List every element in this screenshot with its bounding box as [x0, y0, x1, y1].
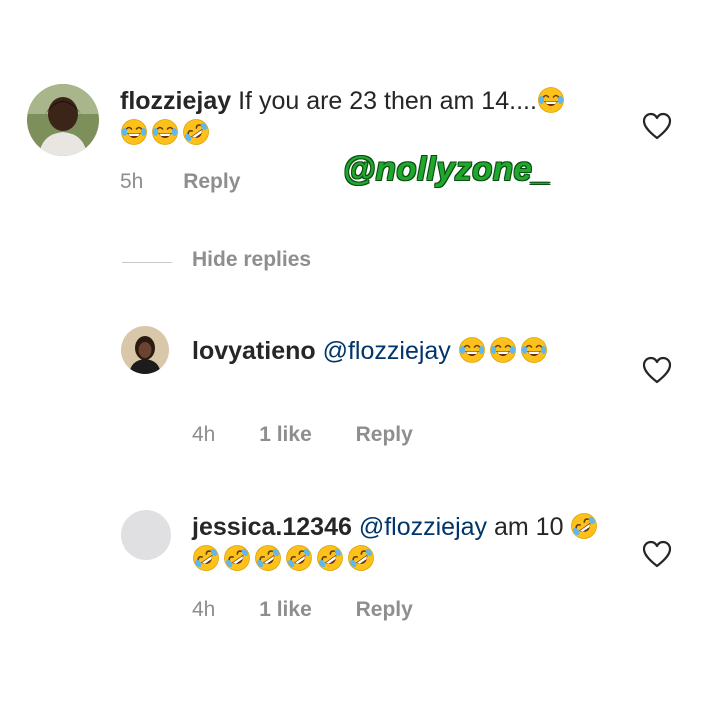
- username[interactable]: jessica.12346: [192, 513, 352, 541]
- reply-button[interactable]: Reply: [356, 598, 413, 622]
- likes-count[interactable]: 1 like: [259, 598, 312, 622]
- timestamp: 4h: [192, 598, 216, 621]
- rofl-emoji-icon: [348, 545, 374, 571]
- emoji-group: [458, 337, 551, 365]
- like-heart-icon[interactable]: [642, 112, 672, 140]
- comment-meta-3: 4h 1 like Reply: [192, 598, 413, 622]
- reply-button[interactable]: Reply: [183, 170, 240, 194]
- comment-meta-1: 5h Reply: [120, 170, 240, 194]
- rofl-emoji-icon: [224, 545, 250, 571]
- profile-photo-icon: [27, 84, 99, 156]
- profile-photo-icon: [121, 326, 169, 374]
- rofl-emoji-icon: [317, 545, 343, 571]
- rofl-emoji-icon: [193, 545, 219, 571]
- watermark-text: @nollyzone_: [343, 150, 552, 187]
- tears-of-joy-emoji-icon: [538, 87, 564, 113]
- comment-text-2: lovyatieno @flozziejay: [192, 335, 592, 367]
- replies-divider: [122, 262, 172, 263]
- timestamp: 4h: [192, 423, 216, 446]
- comment-body: am 10: [494, 513, 564, 541]
- tears-of-joy-emoji-icon: [489, 337, 516, 363]
- rofl-emoji-icon: [571, 513, 598, 539]
- tears-of-joy-emoji-icon: [520, 337, 547, 363]
- reply-button[interactable]: Reply: [356, 423, 413, 447]
- avatar-flozziejay[interactable]: [27, 84, 99, 156]
- avatar-lovyatieno[interactable]: [121, 326, 169, 374]
- comment-body: If you are 23 then am 14....: [238, 87, 537, 115]
- username[interactable]: flozziejay: [120, 87, 231, 115]
- like-heart-icon[interactable]: [642, 356, 672, 384]
- mention-link[interactable]: @flozziejay: [323, 337, 451, 365]
- rofl-emoji-icon: [286, 545, 312, 571]
- username[interactable]: lovyatieno: [192, 337, 316, 365]
- mention-link[interactable]: @flozziejay: [359, 513, 487, 541]
- hide-replies-button[interactable]: Hide replies: [192, 248, 311, 272]
- comment-meta-2: 4h 1 like Reply: [192, 423, 413, 447]
- rofl-emoji-icon: [255, 545, 281, 571]
- likes-count[interactable]: 1 like: [259, 423, 312, 447]
- avatar-jessica[interactable]: [121, 510, 171, 560]
- rofl-emoji-icon: [183, 119, 209, 145]
- timestamp: 5h: [120, 170, 144, 193]
- tears-of-joy-emoji-icon: [152, 119, 178, 145]
- comment-text-1: flozziejay If you are 23 then am 14....: [120, 85, 590, 149]
- comment-text-3: jessica.12346 @flozziejay am 10: [192, 511, 612, 575]
- like-heart-icon[interactable]: [642, 540, 672, 568]
- tears-of-joy-emoji-icon: [121, 119, 147, 145]
- tears-of-joy-emoji-icon: [458, 337, 485, 363]
